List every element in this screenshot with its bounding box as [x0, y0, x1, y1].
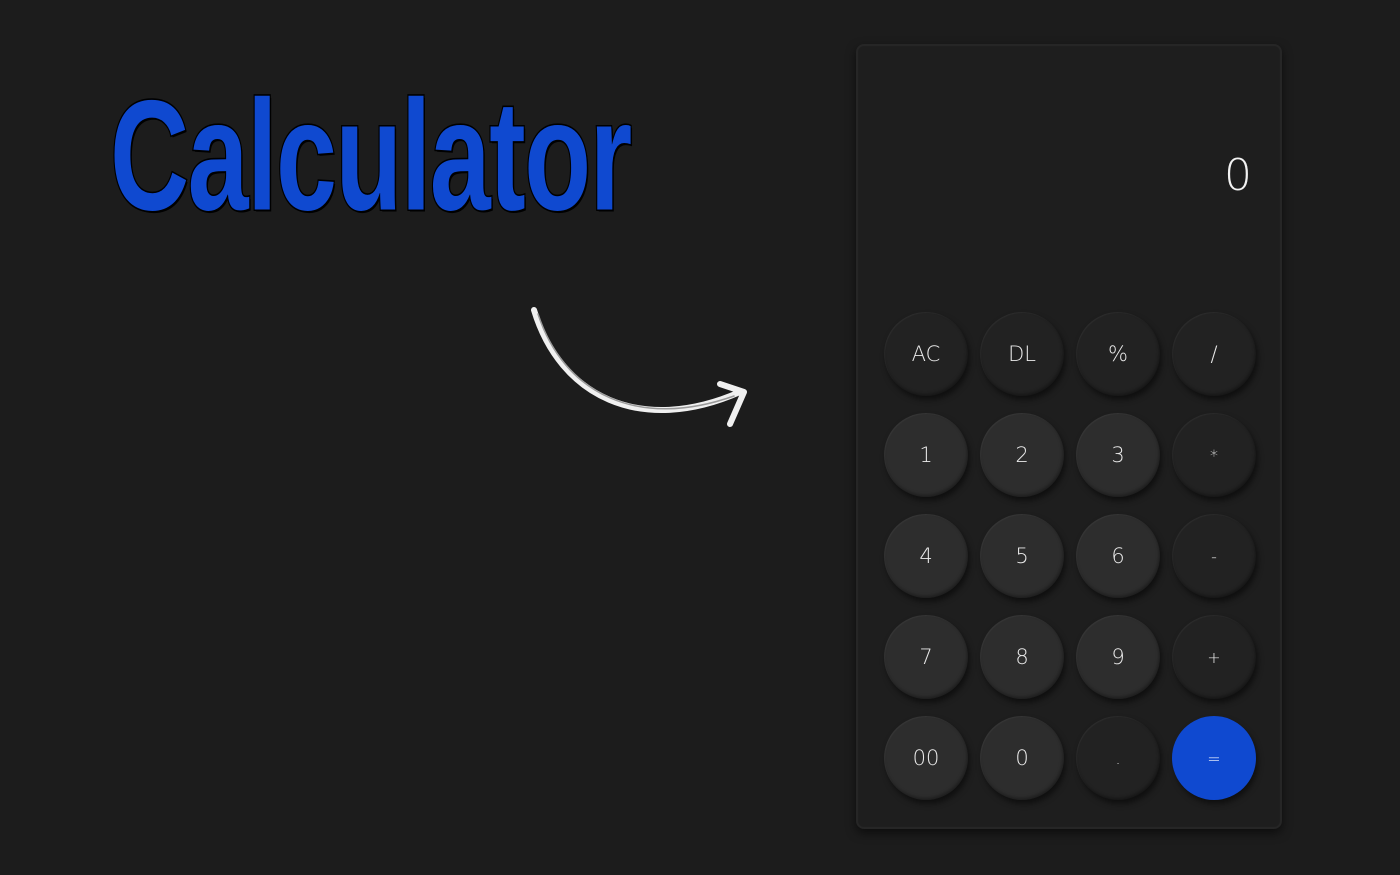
digit-6-button[interactable]: 6	[1076, 514, 1160, 598]
decimal-button[interactable]: .	[1076, 716, 1160, 800]
subtract-button[interactable]: -	[1172, 514, 1256, 598]
digit-7-button[interactable]: 7	[884, 615, 968, 699]
double-zero-button[interactable]: 00	[884, 716, 968, 800]
calculator-panel: 0 AC DL % / 1 2 3 * 4 5 6 - 7 8 9 + 00 0…	[856, 44, 1282, 829]
digit-1-button[interactable]: 1	[884, 413, 968, 497]
calculator-display: 0	[1224, 150, 1252, 201]
digit-5-button[interactable]: 5	[980, 514, 1064, 598]
page-title: Calculator	[109, 68, 633, 244]
equals-button[interactable]: =	[1172, 716, 1256, 800]
divide-button[interactable]: /	[1172, 312, 1256, 396]
digit-0-button[interactable]: 0	[980, 716, 1064, 800]
digit-9-button[interactable]: 9	[1076, 615, 1160, 699]
percent-button[interactable]: %	[1076, 312, 1160, 396]
page: Calculator 0 AC DL % / 1 2 3 * 4 5 6 - 7…	[0, 0, 1400, 875]
digit-3-button[interactable]: 3	[1076, 413, 1160, 497]
clear-button[interactable]: AC	[884, 312, 968, 396]
curved-arrow-icon	[531, 307, 747, 427]
digit-8-button[interactable]: 8	[980, 615, 1064, 699]
delete-button[interactable]: DL	[980, 312, 1064, 396]
add-button[interactable]: +	[1172, 615, 1256, 699]
digit-2-button[interactable]: 2	[980, 413, 1064, 497]
digit-4-button[interactable]: 4	[884, 514, 968, 598]
multiply-button[interactable]: *	[1172, 413, 1256, 497]
